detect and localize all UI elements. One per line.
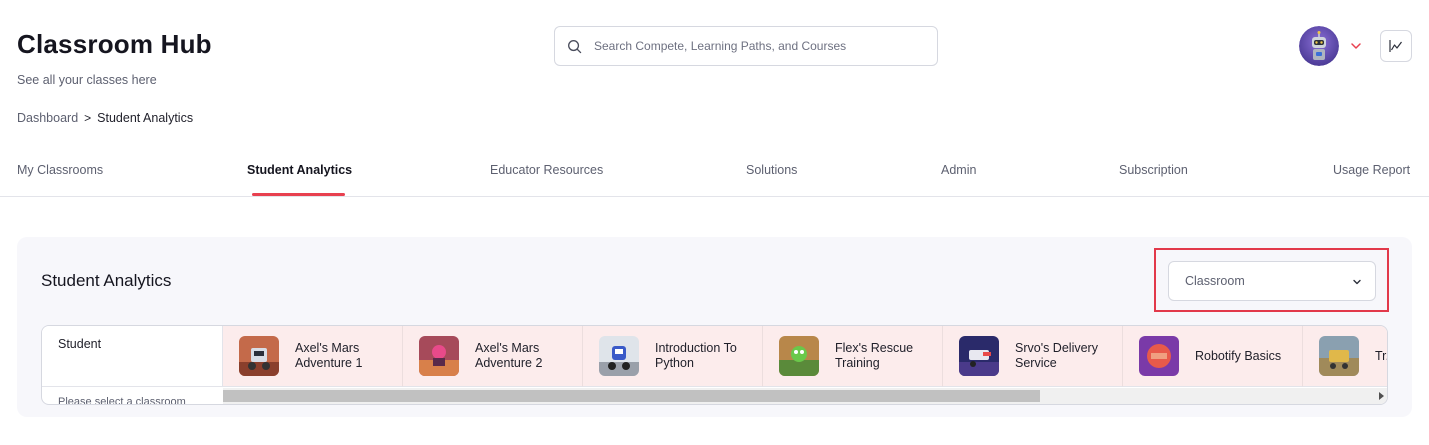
tab-admin[interactable]: Admin bbox=[941, 163, 976, 177]
empty-state-message: Please select a classroom bbox=[58, 396, 186, 405]
active-tab-indicator bbox=[252, 193, 345, 196]
course-name: Axel's Mars Adventure 2 bbox=[475, 341, 543, 370]
scroll-right-arrow-icon[interactable] bbox=[1379, 392, 1384, 400]
classroom-select[interactable]: Classroom bbox=[1168, 261, 1376, 301]
course-thumbnail bbox=[959, 336, 999, 376]
student-column-header: Student bbox=[42, 326, 223, 387]
breadcrumb-current: Student Analytics bbox=[97, 111, 194, 125]
horizontal-scrollbar[interactable] bbox=[223, 388, 1387, 404]
course-header-cell[interactable]: Srvo's Delivery Service bbox=[943, 326, 1123, 387]
course-thumbnail bbox=[599, 336, 639, 376]
analytics-chart-button[interactable] bbox=[1380, 30, 1412, 62]
tab-usage-report[interactable]: Usage Report bbox=[1333, 163, 1410, 177]
scrollbar-thumb[interactable] bbox=[223, 390, 1040, 402]
tab-solutions[interactable]: Solutions bbox=[746, 163, 797, 177]
search-input[interactable] bbox=[594, 39, 914, 53]
panel-title: Student Analytics bbox=[41, 271, 172, 290]
chevron-down-icon[interactable] bbox=[1350, 40, 1362, 52]
course-thumbnail bbox=[1319, 336, 1359, 376]
tab-educator-resources[interactable]: Educator Resources bbox=[490, 163, 603, 177]
course-name: Introduction To Python bbox=[655, 341, 737, 370]
user-avatar[interactable] bbox=[1299, 26, 1339, 66]
tab-student-analytics[interactable]: Student Analytics bbox=[247, 163, 352, 177]
course-name: Flex's Rescue Training bbox=[835, 341, 914, 370]
line-chart-icon bbox=[1389, 40, 1402, 52]
course-header-cell[interactable]: Tr... Hu... bbox=[1303, 326, 1387, 387]
chevron-down-icon bbox=[1353, 279, 1361, 285]
page-title: Classroom Hub bbox=[17, 29, 212, 59]
student-analytics-panel: Student Analytics Classroom Student Axel… bbox=[17, 237, 1412, 417]
course-thumbnail bbox=[1139, 336, 1179, 376]
course-thumbnail bbox=[239, 336, 279, 376]
course-header-cell[interactable]: Flex's Rescue Training bbox=[763, 326, 943, 387]
course-name: Tr... Hu... bbox=[1375, 348, 1387, 363]
robot-avatar-icon bbox=[1299, 26, 1339, 66]
search-icon bbox=[568, 39, 582, 53]
course-name: Axel's Mars Adventure 1 bbox=[295, 341, 363, 370]
breadcrumb-separator: > bbox=[84, 111, 92, 125]
breadcrumb-dashboard[interactable]: Dashboard bbox=[17, 111, 78, 125]
course-header-cell[interactable]: Robotify Basics bbox=[1123, 326, 1303, 387]
breadcrumb: Dashboard > Student Analytics bbox=[17, 111, 193, 125]
tab-bar: My Classrooms Student Analytics Educator… bbox=[0, 152, 1429, 197]
course-header-cell[interactable]: Axel's Mars Adventure 1 bbox=[223, 326, 403, 387]
tab-my-classrooms[interactable]: My Classrooms bbox=[17, 163, 103, 177]
course-name: Srvo's Delivery Service bbox=[1015, 341, 1098, 370]
course-name: Robotify Basics bbox=[1195, 348, 1282, 363]
course-header-cell[interactable]: Introduction To Python bbox=[583, 326, 763, 387]
search-bar[interactable] bbox=[554, 26, 938, 66]
tab-subscription[interactable]: Subscription bbox=[1119, 163, 1188, 177]
course-thumbnail bbox=[419, 336, 459, 376]
course-thumbnail bbox=[779, 336, 819, 376]
page-subtitle: See all your classes here bbox=[17, 73, 157, 87]
course-header-cell[interactable]: Axel's Mars Adventure 2 bbox=[403, 326, 583, 387]
classroom-select-value: Classroom bbox=[1185, 274, 1245, 288]
student-header-label: Student bbox=[58, 337, 102, 351]
analytics-table: Student Axel's Mars Adventure 1 Axel's M… bbox=[41, 325, 1388, 405]
